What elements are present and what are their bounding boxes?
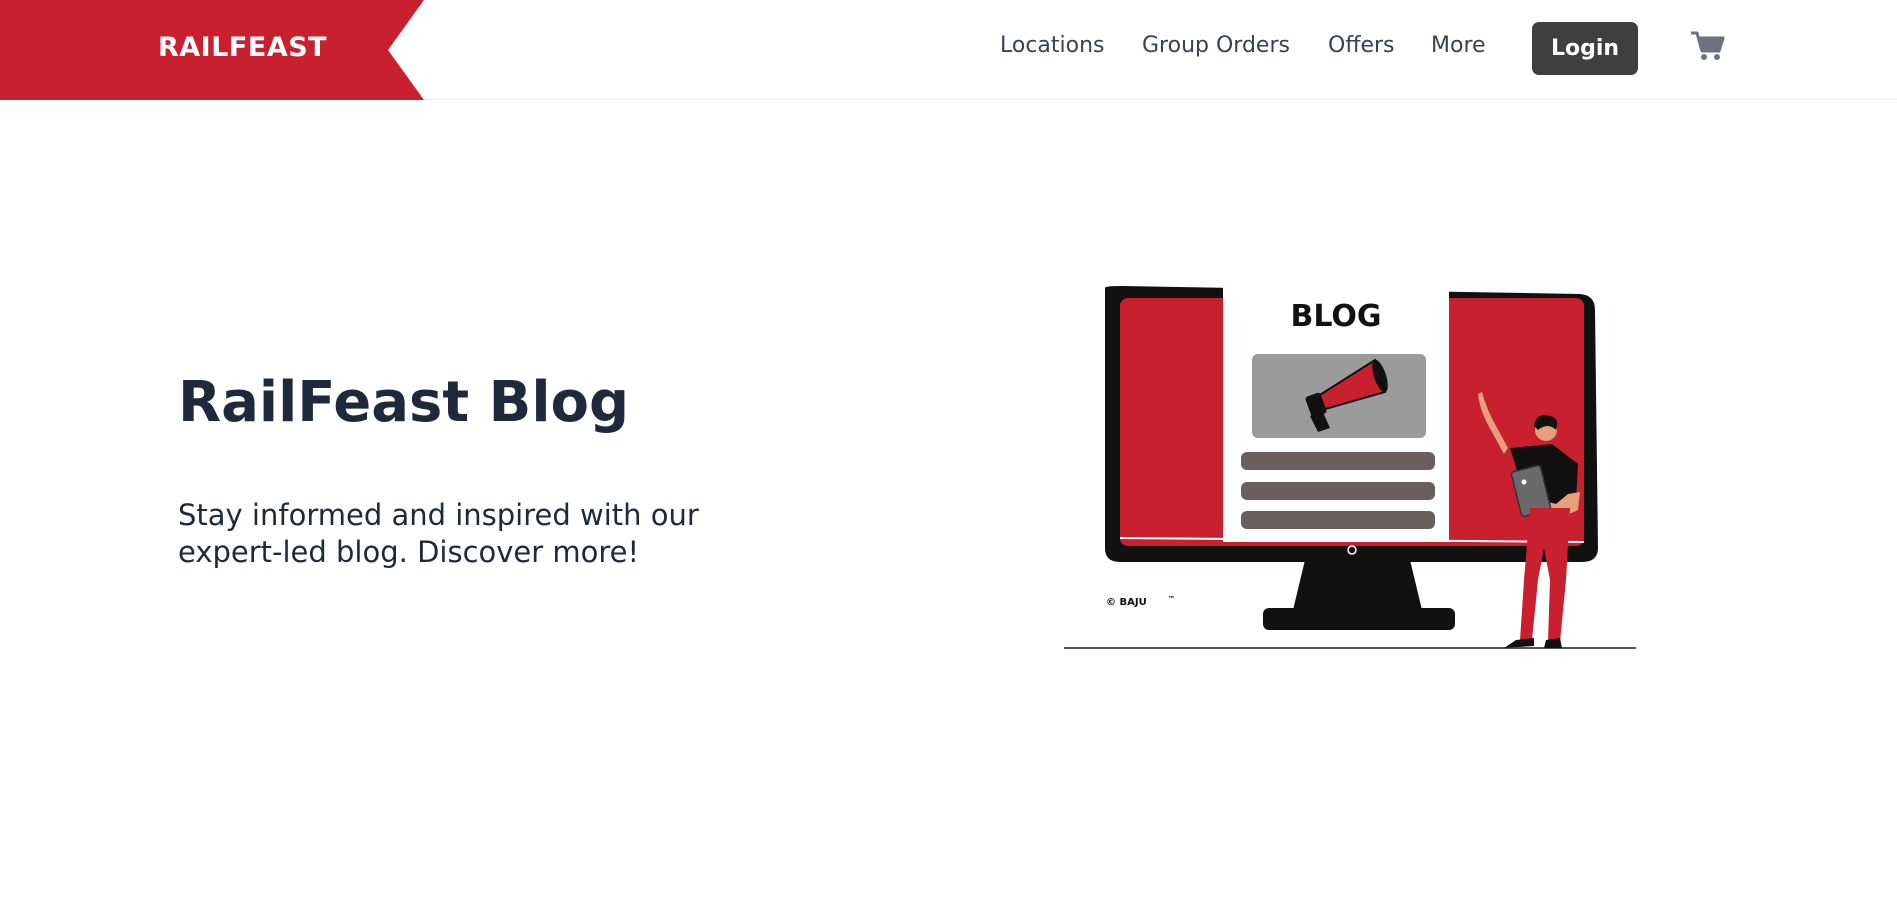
page-title: RailFeast Blog [178,370,630,435]
page-subtitle: Stay informed and inspired with our expe… [178,498,699,569]
illustration-credit: © BAJU [1106,597,1147,608]
nav-offers[interactable]: Offers [1328,33,1395,58]
nav-group-orders[interactable]: Group Orders [1142,33,1290,58]
illustration-trademark: ™ [1168,595,1175,603]
login-button[interactable]: Login [1532,22,1638,75]
nav-more[interactable]: More [1431,33,1486,58]
cart-icon[interactable] [1690,30,1726,62]
blog-illustration: BLOG © BAJU ™ [1064,286,1636,649]
nav-locations[interactable]: Locations [1000,33,1105,58]
screen-label: BLOG [1290,299,1381,334]
site-header: RAILFEAST Locations Group Orders Offers … [0,0,1897,100]
site-logo[interactable]: RAILFEAST [158,32,327,63]
